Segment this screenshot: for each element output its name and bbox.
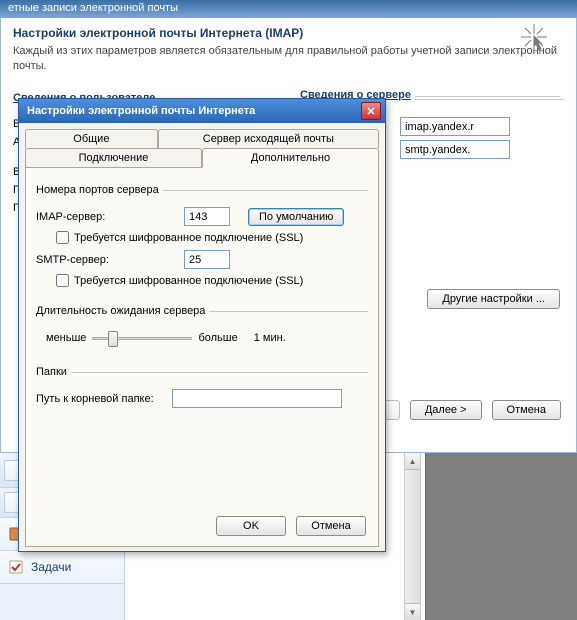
group-server-info: Сведения о сервере [300, 96, 560, 97]
tab-general[interactable]: Общие [25, 129, 158, 148]
scroll-down-icon[interactable]: ▼ [405, 603, 420, 620]
timeout-slider[interactable] [92, 328, 192, 348]
group-folders-label: Папки [36, 366, 71, 378]
cursor-decor-icon [519, 22, 549, 52]
sidebar-item-label: Задачи [31, 560, 71, 574]
preview-pane [425, 453, 577, 620]
smtp-ssl-label: Требуется шифрованное подключение (SSL) [74, 275, 303, 287]
close-icon: ✕ [366, 105, 375, 118]
tab-connection[interactable]: Подключение [25, 148, 202, 167]
scrollbar[interactable]: ▲ ▼ [404, 453, 421, 620]
dialog-button-row: OK Отмена [216, 516, 366, 536]
close-button[interactable]: ✕ [361, 102, 381, 120]
slider-min-label: меньше [46, 332, 86, 344]
tasks-icon [8, 559, 24, 575]
dialog-titlebar[interactable]: Настройки электронной почты Интернета ✕ [19, 99, 385, 123]
tab-advanced[interactable]: Дополнительно [202, 148, 379, 168]
imap-ssl-checkbox[interactable] [56, 231, 69, 244]
imap-port-label: IMAP-сервер: [36, 211, 136, 223]
group-server-ports: Номера портов сервера IMAP-сервер: По ум… [36, 178, 368, 287]
default-ports-button[interactable]: По умолчанию [248, 208, 344, 226]
wizard-heading: Настройки электронной почты Интернета (I… [13, 26, 564, 40]
imap-ssl-label: Требуется шифрованное подключение (SSL) [74, 232, 303, 244]
next-button[interactable]: Далее > [410, 400, 482, 420]
group-folders: Папки Путь к корневой папке: [36, 360, 368, 408]
ok-button[interactable]: OK [216, 516, 286, 536]
slider-thumb[interactable] [108, 331, 118, 347]
root-folder-input[interactable] [172, 389, 342, 408]
group-ports-label: Номера портов сервера [36, 184, 163, 196]
group-timeout: Длительность ожидания сервера меньше бол… [36, 299, 368, 348]
parent-window-titlebar: етные записи электронной почты [0, 0, 577, 18]
cancel-dialog-button[interactable]: Отмена [296, 516, 366, 536]
tab-strip: Общие Сервер исходящей почты Подключение… [19, 123, 385, 167]
timeout-value: 1 мин. [254, 332, 286, 344]
smtp-port-input[interactable] [184, 250, 230, 269]
imap-port-input[interactable] [184, 207, 230, 226]
parent-window-title: етные записи электронной почты [8, 2, 178, 14]
incoming-server-input[interactable] [400, 117, 510, 136]
smtp-ssl-checkbox[interactable] [56, 274, 69, 287]
sidebar-item-tasks[interactable]: Задачи [0, 551, 124, 584]
scroll-up-icon[interactable]: ▲ [405, 453, 420, 470]
dialog-title: Настройки электронной почты Интернета [27, 105, 255, 117]
tab-panel-advanced: Номера портов сервера IMAP-сервер: По ум… [25, 167, 379, 547]
root-folder-label: Путь к корневой папке: [36, 393, 166, 405]
cancel-button[interactable]: Отмена [492, 400, 561, 420]
wizard-description: Каждый из этих параметров является обяза… [13, 44, 564, 75]
more-settings-button[interactable]: Другие настройки ... [427, 289, 560, 309]
group-timeout-label: Длительность ожидания сервера [36, 305, 209, 317]
tab-outgoing[interactable]: Сервер исходящей почты [158, 129, 379, 148]
smtp-port-label: SMTP-сервер: [36, 254, 136, 266]
settings-dialog: Настройки электронной почты Интернета ✕ … [18, 98, 386, 552]
outgoing-server-input[interactable] [400, 140, 510, 159]
slider-max-label: больше [198, 332, 237, 344]
